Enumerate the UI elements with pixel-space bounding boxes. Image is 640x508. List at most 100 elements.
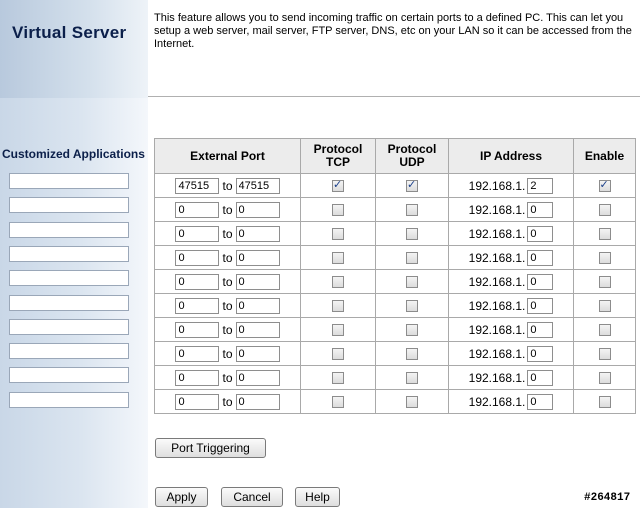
header-divider (148, 96, 640, 97)
enable-checkbox[interactable] (598, 276, 611, 289)
table-row: to 192.168.1. (154, 173, 636, 198)
cancel-button[interactable]: Cancel (221, 487, 283, 507)
udp-cell (375, 269, 449, 294)
udp-checkbox[interactable] (406, 228, 418, 241)
external-port-cell: to (154, 341, 301, 366)
start-port-input[interactable] (175, 177, 220, 194)
tcp-checkbox[interactable] (332, 300, 344, 313)
start-port-input[interactable] (175, 201, 220, 218)
ip-last-octet-input[interactable] (527, 321, 554, 338)
end-port-input[interactable] (235, 225, 280, 242)
application-name-input[interactable] (9, 294, 129, 311)
udp-checkbox[interactable] (406, 300, 418, 313)
ip-last-octet-input[interactable] (527, 369, 554, 386)
tcp-checkbox[interactable] (332, 396, 344, 409)
ip-last-octet-input[interactable] (527, 345, 554, 362)
external-port-cell: to (154, 197, 301, 222)
ip-last-octet-input[interactable] (527, 225, 554, 242)
tcp-cell (300, 197, 376, 222)
application-name-input[interactable] (9, 245, 129, 262)
enable-checkbox[interactable] (598, 372, 611, 385)
enable-checkbox[interactable] (598, 324, 611, 337)
enable-checkbox[interactable] (598, 228, 611, 241)
udp-cell (375, 365, 449, 390)
ip-prefix: 192.168.1. (468, 394, 526, 409)
ip-last-octet-input[interactable] (527, 177, 554, 194)
apply-button[interactable]: Apply (155, 487, 208, 507)
ip-prefix: 192.168.1. (468, 298, 526, 313)
application-name-input[interactable] (9, 173, 129, 189)
start-port-input[interactable] (175, 345, 220, 362)
tcp-checkbox[interactable] (332, 348, 344, 361)
table-row: to 192.168.1. (154, 341, 636, 366)
end-port-input[interactable] (235, 321, 280, 338)
header-external-port: External Port (154, 138, 301, 174)
enable-checkbox[interactable] (598, 348, 611, 361)
end-port-input[interactable] (235, 345, 280, 362)
port-triggering-button[interactable]: Port Triggering (155, 438, 266, 458)
header-tcp-line1: Protocol (313, 142, 363, 156)
end-port-input[interactable] (235, 201, 280, 218)
udp-checkbox[interactable] (406, 396, 418, 409)
ip-last-octet-input[interactable] (527, 393, 554, 410)
ip-last-octet-input[interactable] (527, 297, 554, 314)
application-name-input[interactable] (9, 197, 129, 214)
ip-last-octet-input[interactable] (527, 249, 554, 266)
tcp-cell (300, 365, 376, 390)
end-port-input[interactable] (235, 249, 280, 266)
end-port-input[interactable] (235, 393, 280, 410)
enable-cell (573, 221, 636, 246)
table-row: to 192.168.1. (154, 269, 636, 294)
enable-checkbox[interactable] (598, 252, 611, 265)
ip-prefix: 192.168.1. (468, 226, 526, 241)
table-row: to 192.168.1. (154, 245, 636, 270)
start-port-input[interactable] (175, 321, 220, 338)
start-port-input[interactable] (175, 297, 220, 314)
to-label: to (222, 250, 233, 265)
application-name-input[interactable] (9, 391, 129, 408)
udp-checkbox[interactable] (406, 252, 418, 265)
external-port-cell: to (154, 269, 301, 294)
enable-cell (573, 365, 636, 390)
tcp-checkbox[interactable] (332, 204, 344, 217)
application-name-input[interactable] (9, 270, 129, 287)
help-button[interactable]: Help (295, 487, 340, 507)
tcp-cell (300, 173, 376, 198)
end-port-input[interactable] (235, 273, 280, 290)
ip-last-octet-input[interactable] (527, 201, 554, 218)
end-port-input[interactable] (235, 369, 280, 386)
ip-last-octet-input[interactable] (527, 273, 554, 290)
enable-checkbox[interactable] (598, 300, 611, 313)
start-port-input[interactable] (175, 393, 220, 410)
application-name-input[interactable] (9, 318, 129, 335)
start-port-input[interactable] (175, 249, 220, 266)
start-port-input[interactable] (175, 225, 220, 242)
tcp-checkbox[interactable] (332, 372, 344, 385)
enable-checkbox[interactable] (598, 178, 611, 193)
ip-address-cell: 192.168.1. (448, 173, 574, 198)
tcp-checkbox[interactable] (332, 178, 344, 193)
application-name-input[interactable] (9, 343, 129, 360)
enable-checkbox[interactable] (598, 396, 611, 409)
tcp-checkbox[interactable] (332, 228, 344, 241)
start-port-input[interactable] (175, 369, 220, 386)
udp-checkbox[interactable] (406, 276, 418, 289)
end-port-input[interactable] (235, 177, 280, 194)
tcp-checkbox[interactable] (332, 276, 344, 289)
udp-checkbox[interactable] (406, 324, 418, 337)
udp-checkbox[interactable] (406, 348, 418, 361)
tcp-checkbox[interactable] (332, 252, 344, 265)
ip-address-cell: 192.168.1. (448, 365, 574, 390)
udp-checkbox[interactable] (406, 372, 418, 385)
to-label: to (222, 274, 233, 289)
end-port-input[interactable] (235, 297, 280, 314)
tcp-cell (300, 221, 376, 246)
application-name-input[interactable] (9, 221, 129, 238)
start-port-input[interactable] (175, 273, 220, 290)
udp-checkbox[interactable] (406, 204, 418, 217)
udp-checkbox[interactable] (406, 178, 418, 193)
enable-cell (573, 341, 636, 366)
enable-checkbox[interactable] (598, 204, 611, 217)
tcp-checkbox[interactable] (332, 324, 344, 337)
application-name-input[interactable] (9, 367, 129, 384)
